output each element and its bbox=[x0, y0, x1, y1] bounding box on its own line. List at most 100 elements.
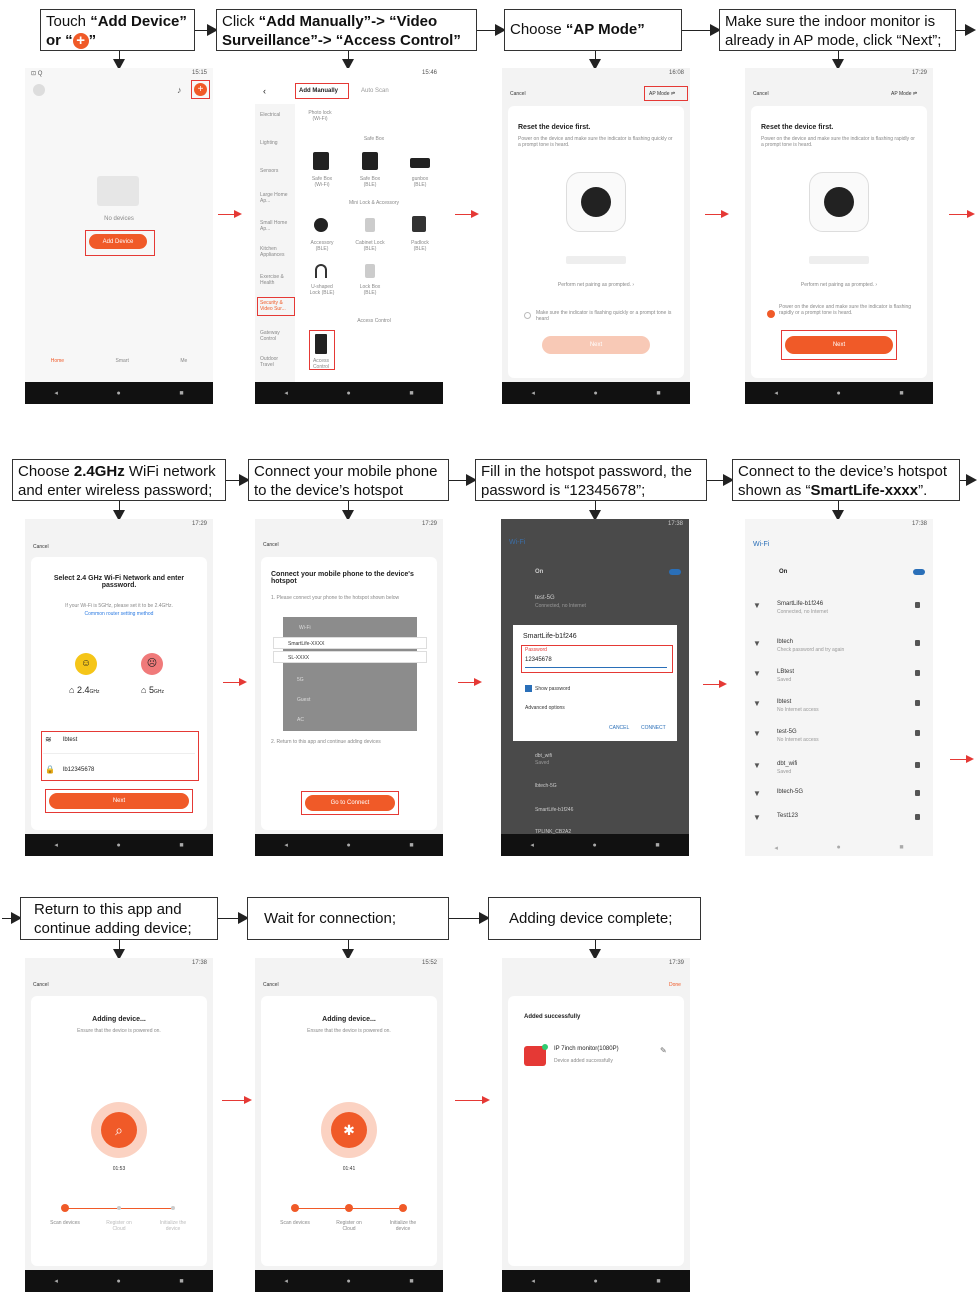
device-item[interactable]: Cabinet Lock (BLE) bbox=[355, 240, 385, 252]
wifi-network[interactable]: dbt_wifi bbox=[535, 753, 552, 759]
back-icon[interactable]: ◂ bbox=[530, 841, 534, 849]
device-item[interactable]: U-shaped Lock (BLE) bbox=[307, 284, 337, 296]
home-selector-icon[interactable] bbox=[33, 84, 45, 96]
wifi-network[interactable]: SmartLife-b1f246 bbox=[535, 807, 573, 813]
recent-icon[interactable]: ■ bbox=[656, 390, 660, 397]
edit-icon[interactable]: ✎ bbox=[660, 1046, 667, 1055]
ap-mode-link[interactable]: AP Mode ⇌ bbox=[891, 91, 917, 97]
hotspot-item[interactable]: SmartLife-XXXX bbox=[273, 637, 427, 649]
cancel-link[interactable]: Cancel bbox=[263, 982, 279, 988]
device-item[interactable]: Lock Box (BLE) bbox=[355, 284, 385, 296]
cancel-link[interactable]: Cancel bbox=[753, 91, 769, 97]
back-arrow-icon[interactable]: ‹ bbox=[263, 86, 266, 96]
home-icon[interactable]: ● bbox=[117, 842, 121, 849]
wifi-network-row[interactable]: ▼ Test123 bbox=[745, 811, 933, 831]
back-icon[interactable]: ◂ bbox=[284, 1277, 288, 1285]
flow-arrow bbox=[218, 912, 249, 924]
safe-box-icon bbox=[313, 152, 329, 170]
sidebar-item[interactable]: Sensors bbox=[260, 168, 278, 174]
device-item[interactable]: Safe Box (Wi-Fi) bbox=[307, 176, 337, 188]
device-item[interactable]: Safe Box (BLE) bbox=[355, 176, 385, 188]
home-icon[interactable]: ● bbox=[594, 390, 598, 397]
wifi-network-row[interactable]: ▼ test-5G No Internet access bbox=[745, 727, 933, 747]
wifi-network-row[interactable]: ▼ SmartLife-b1f246 Connected, no Internet bbox=[745, 599, 933, 619]
highlight-box bbox=[45, 789, 193, 813]
device-item[interactable]: Accessory (BLE) bbox=[307, 240, 337, 252]
wifi-signal-icon: ▼ bbox=[753, 601, 761, 610]
advanced-options[interactable]: Advanced options bbox=[525, 705, 565, 711]
device-item[interactable]: gunbox (BLE) bbox=[405, 176, 435, 188]
home-icon[interactable]: ● bbox=[117, 1278, 121, 1285]
sidebar-item[interactable]: Exercise & Health bbox=[260, 274, 292, 286]
sidebar-item[interactable]: Outdoor Travel bbox=[260, 356, 292, 368]
done-link[interactable]: Done bbox=[669, 982, 681, 988]
back-icon[interactable]: ◂ bbox=[54, 841, 58, 849]
cancel-button[interactable]: CANCEL bbox=[609, 725, 629, 731]
home-icon[interactable]: ● bbox=[347, 390, 351, 397]
recent-icon[interactable]: ■ bbox=[655, 842, 659, 849]
sidebar-item[interactable]: Lighting bbox=[260, 140, 278, 146]
wifi-network-row[interactable]: ▼ lbtech-5G bbox=[745, 787, 933, 807]
home-icon[interactable]: ● bbox=[837, 390, 841, 397]
wifi-network[interactable]: test-5G bbox=[535, 595, 555, 601]
recent-icon[interactable]: ■ bbox=[179, 1278, 183, 1285]
home-icon[interactable]: ● bbox=[837, 844, 841, 852]
recent-icon[interactable]: ■ bbox=[899, 844, 903, 852]
recent-icon[interactable]: ■ bbox=[656, 1278, 660, 1285]
wifi-network-row[interactable]: ▼ LBtest Saved bbox=[745, 667, 933, 687]
checkbox-checked-icon[interactable] bbox=[767, 310, 775, 318]
recent-icon[interactable]: ■ bbox=[409, 1278, 413, 1285]
wifi-network-row[interactable]: ▼ lbtest No Internet access bbox=[745, 697, 933, 717]
wifi-toggle[interactable] bbox=[913, 569, 925, 575]
recent-icon[interactable]: ■ bbox=[409, 842, 413, 849]
recent-icon[interactable]: ■ bbox=[179, 390, 183, 397]
wifi-network-row[interactable]: ▼ dbt_wifi Saved bbox=[745, 759, 933, 779]
back-icon[interactable]: ◂ bbox=[284, 389, 288, 397]
router-method-link[interactable]: Common router setting method bbox=[37, 611, 201, 617]
pairing-link[interactable]: Perform net pairing as prompted. › bbox=[751, 282, 927, 288]
home-icon[interactable]: ● bbox=[117, 390, 121, 397]
cancel-link[interactable]: Cancel bbox=[263, 542, 279, 548]
cancel-link[interactable]: Cancel bbox=[510, 91, 526, 97]
caption-step10: Wait for connection; bbox=[247, 897, 449, 940]
recent-icon[interactable]: ■ bbox=[409, 390, 413, 397]
sidebar-item[interactable]: Small Home Ap... bbox=[260, 220, 292, 232]
home-icon[interactable]: ● bbox=[347, 1278, 351, 1285]
wifi-network[interactable]: lbtech-5G bbox=[535, 783, 557, 789]
recent-icon[interactable]: ■ bbox=[899, 390, 903, 397]
show-password-checkbox[interactable] bbox=[525, 685, 532, 692]
highlight-box bbox=[41, 731, 199, 781]
tab-auto-scan[interactable]: Auto Scan bbox=[361, 88, 389, 94]
wifi-toggle[interactable] bbox=[669, 569, 681, 575]
sidebar-item[interactable]: Large Home Ap... bbox=[260, 192, 292, 204]
recent-icon[interactable]: ■ bbox=[179, 842, 183, 849]
back-icon[interactable]: ◂ bbox=[531, 389, 535, 397]
highlight-box bbox=[257, 297, 295, 316]
device-item[interactable]: Padlock (BLE) bbox=[405, 240, 435, 252]
back-icon[interactable]: ◂ bbox=[774, 844, 778, 852]
back-icon[interactable]: ◂ bbox=[54, 389, 58, 397]
back-icon[interactable]: ◂ bbox=[54, 1277, 58, 1285]
back-icon[interactable]: ◂ bbox=[531, 1277, 535, 1285]
tab-smart[interactable]: Smart bbox=[116, 358, 129, 364]
sidebar-item[interactable]: Gateway Control bbox=[260, 330, 292, 342]
back-icon[interactable]: ◂ bbox=[284, 841, 288, 849]
cancel-link[interactable]: Cancel bbox=[33, 982, 49, 988]
connect-button[interactable]: CONNECT bbox=[641, 725, 666, 731]
mic-icon[interactable]: ♪ bbox=[177, 85, 182, 95]
hotspot-item[interactable]: SL-XXXX bbox=[273, 651, 427, 663]
device-item[interactable]: Photo lock (Wi-Fi) bbox=[305, 110, 335, 122]
tab-home[interactable]: Home bbox=[51, 358, 64, 364]
sidebar-item[interactable]: Electrical bbox=[260, 112, 280, 118]
home-icon[interactable]: ● bbox=[594, 1278, 598, 1285]
home-icon[interactable]: ● bbox=[347, 842, 351, 849]
sidebar-item[interactable]: Kitchen Appliances bbox=[260, 246, 294, 258]
back-icon[interactable]: ◂ bbox=[774, 389, 778, 397]
wifi-network-row[interactable]: ▼ lbtech Check password and try again bbox=[745, 637, 933, 657]
pairing-link[interactable]: Perform net pairing as prompted. › bbox=[508, 282, 684, 288]
cancel-link[interactable]: Cancel bbox=[33, 544, 49, 550]
home-icon[interactable]: ● bbox=[593, 842, 597, 849]
next-button-disabled[interactable]: Next bbox=[542, 336, 650, 354]
tab-me[interactable]: Me bbox=[180, 358, 187, 364]
checkbox-unchecked[interactable] bbox=[524, 312, 531, 319]
